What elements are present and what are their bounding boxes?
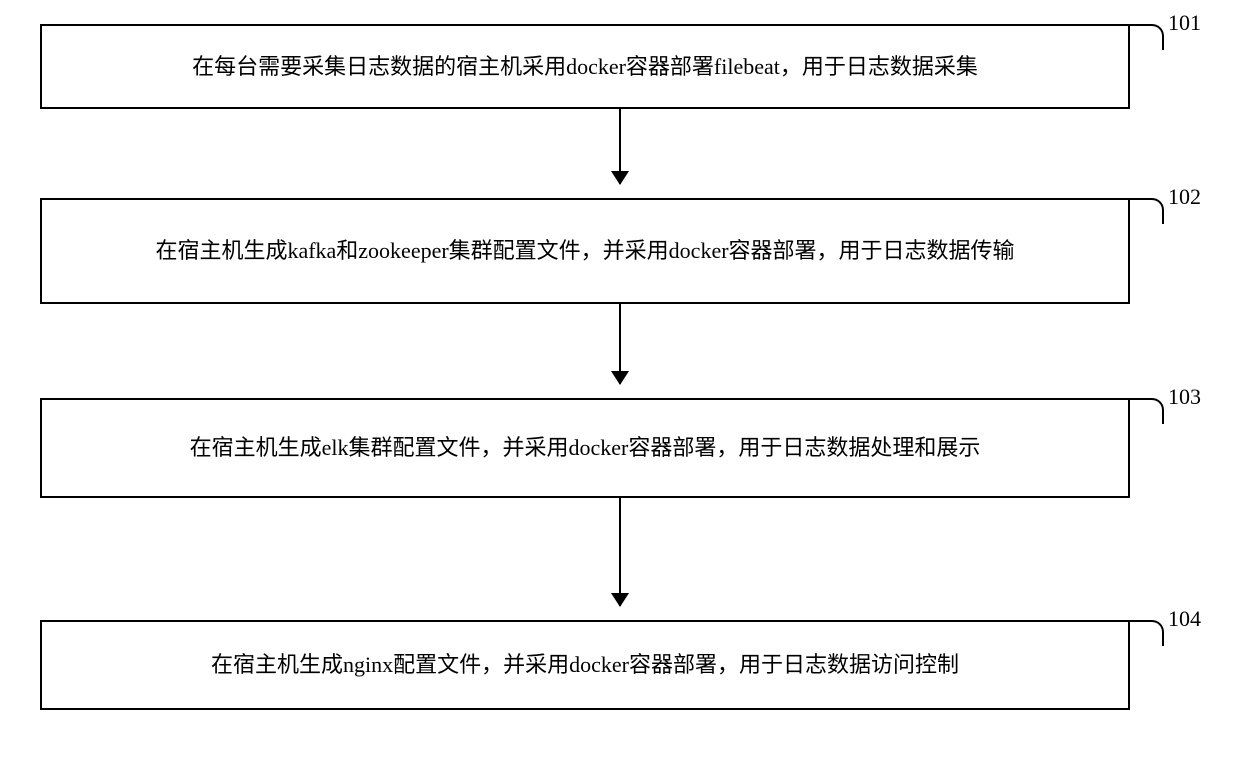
- label-connector: [1130, 620, 1164, 646]
- step-box-101: 在每台需要采集日志数据的宿主机采用docker容器部署filebeat，用于日志…: [40, 24, 1130, 109]
- arrow-down-icon: [619, 498, 621, 606]
- step-label-104: 104: [1168, 606, 1201, 632]
- arrow-down-icon: [619, 109, 621, 184]
- step-label-103: 103: [1168, 384, 1201, 410]
- step-text: 在宿主机生成nginx配置文件，并采用docker容器部署，用于日志数据访问控制: [211, 647, 959, 682]
- step-text: 在宿主机生成kafka和zookeeper集群配置文件，并采用docker容器部…: [155, 233, 1014, 268]
- step-box-104: 在宿主机生成nginx配置文件，并采用docker容器部署，用于日志数据访问控制: [40, 620, 1130, 710]
- flowchart: 在每台需要采集日志数据的宿主机采用docker容器部署filebeat，用于日志…: [0, 0, 1239, 762]
- step-box-103: 在宿主机生成elk集群配置文件，并采用docker容器部署，用于日志数据处理和展…: [40, 398, 1130, 498]
- label-connector: [1130, 24, 1164, 50]
- label-connector: [1130, 398, 1164, 424]
- step-label-102: 102: [1168, 184, 1201, 210]
- label-connector: [1130, 198, 1164, 224]
- step-label-101: 101: [1168, 10, 1201, 36]
- step-text: 在宿主机生成elk集群配置文件，并采用docker容器部署，用于日志数据处理和展…: [190, 430, 981, 465]
- arrow-down-icon: [619, 304, 621, 384]
- step-box-102: 在宿主机生成kafka和zookeeper集群配置文件，并采用docker容器部…: [40, 198, 1130, 304]
- step-text: 在每台需要采集日志数据的宿主机采用docker容器部署filebeat，用于日志…: [192, 49, 978, 84]
